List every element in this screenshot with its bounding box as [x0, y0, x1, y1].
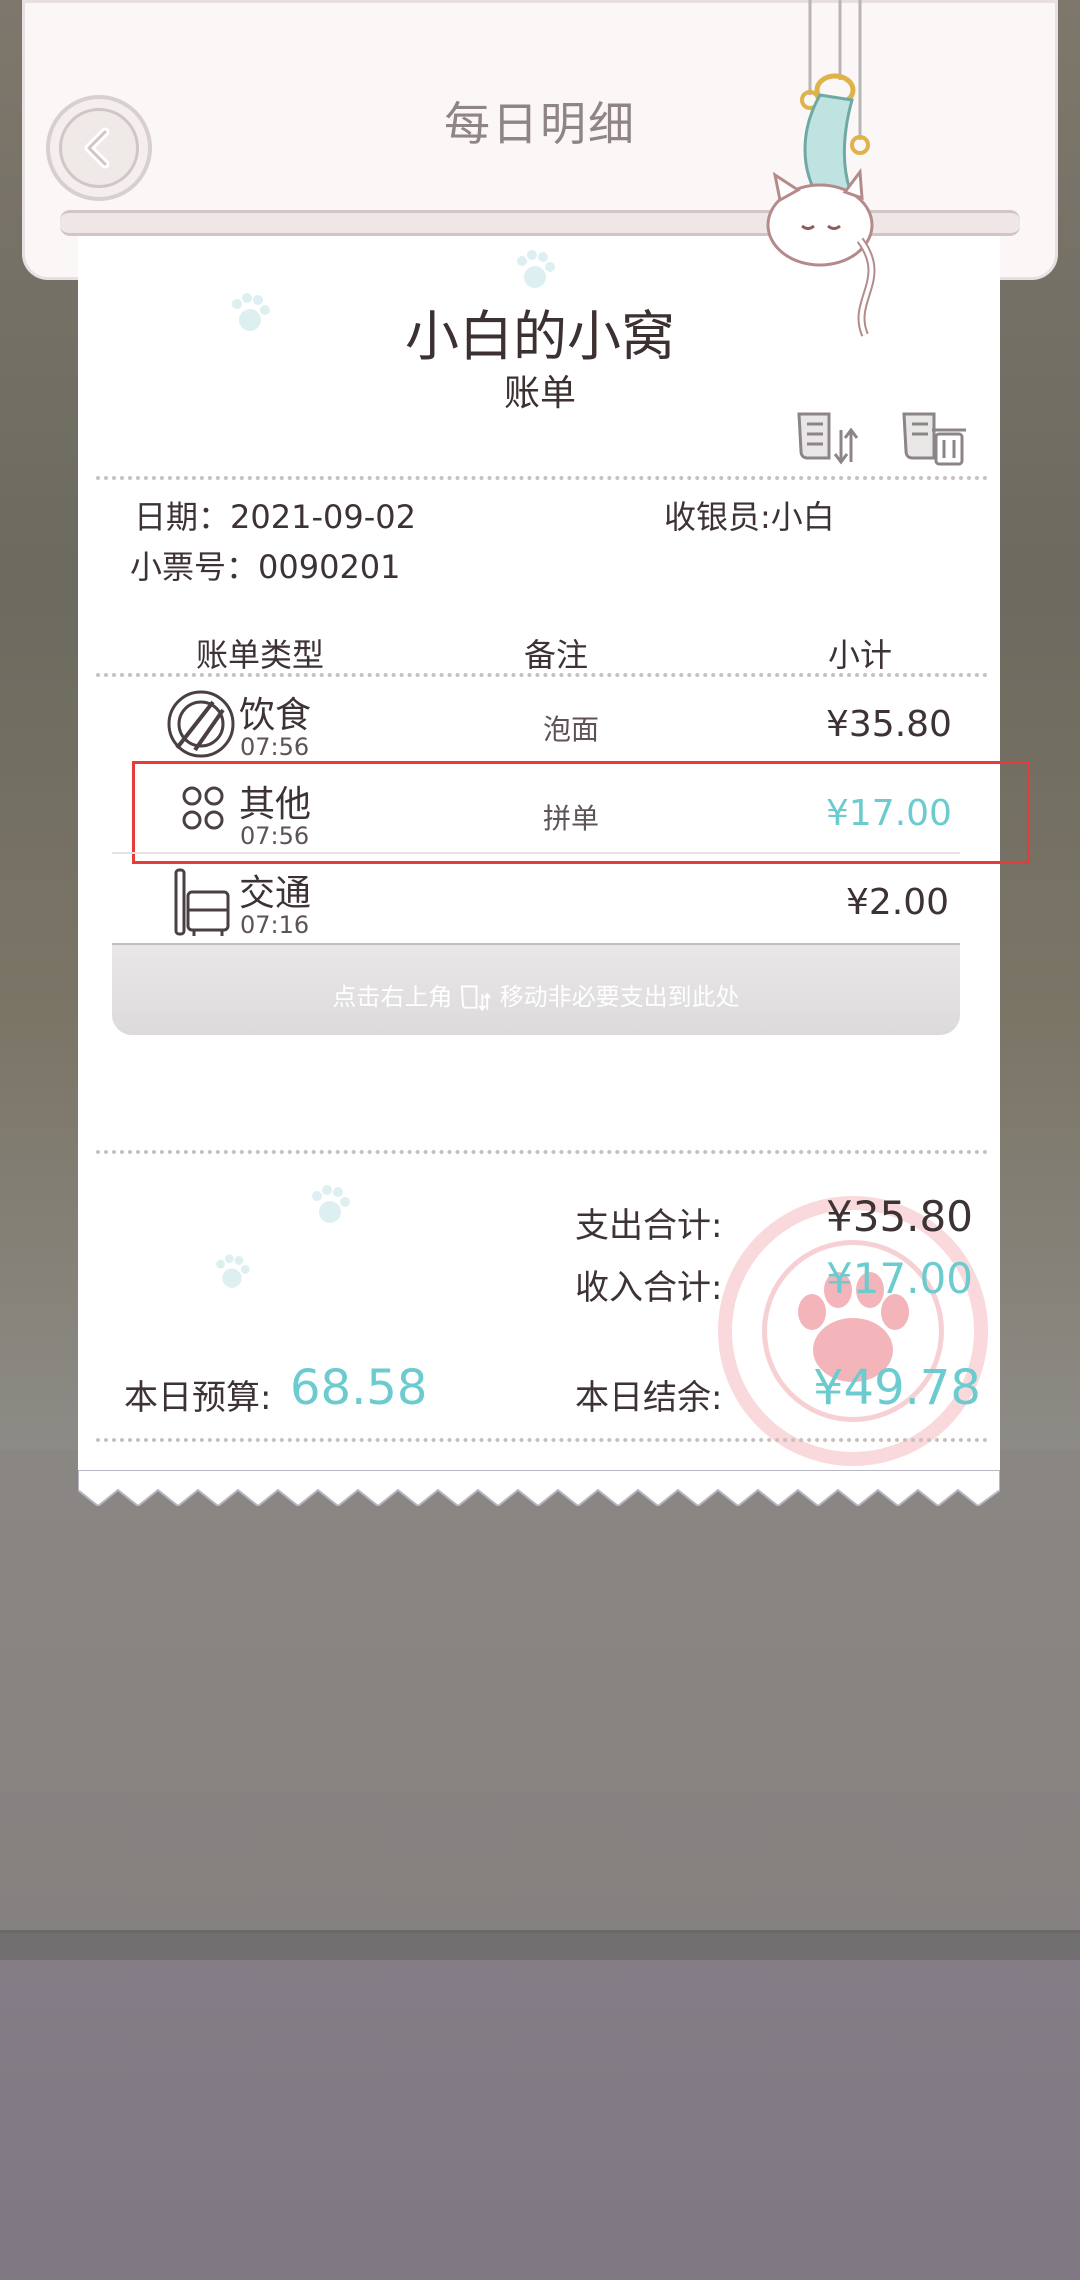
note-label: 泡面 [543, 713, 600, 746]
category-label: 交通 [239, 873, 312, 914]
time-label: 07:56 [240, 822, 310, 850]
expense-total-label: 支出合计: [575, 1206, 723, 1246]
column-header-type: 账单类型 [196, 636, 325, 674]
paw-print-icon [517, 250, 555, 288]
amount-label: ¥17.00 [826, 793, 952, 834]
cat-decoration-icon [766, 0, 876, 337]
move-expense-icon[interactable] [795, 408, 861, 468]
budget-value: 68.58 [290, 1360, 428, 1416]
balance-label: 本日结余: [575, 1378, 723, 1418]
note-label: 拼单 [543, 802, 600, 835]
date-label: 日期：2021-09-02 [134, 498, 416, 536]
budget-label: 本日预算: [124, 1378, 272, 1418]
divider [96, 673, 988, 677]
expense-total-value: ¥35.80 [826, 1192, 973, 1241]
income-total-label: 收入合计: [575, 1268, 723, 1308]
divider [96, 476, 988, 480]
move-expense-icon [460, 985, 491, 1012]
column-header-subtotal: 小计 [828, 636, 893, 674]
divider [96, 1150, 988, 1154]
time-label: 07:56 [240, 733, 310, 761]
income-total-value: ¥17.00 [826, 1254, 973, 1303]
balance-value: ¥49.78 [813, 1360, 981, 1416]
column-header-note: 备注 [524, 636, 589, 674]
page-title: 每日明细 [444, 97, 636, 151]
row-divider [112, 852, 960, 854]
back-button[interactable] [46, 95, 152, 201]
background-floor [0, 1960, 1080, 2280]
food-icon [167, 690, 235, 758]
amount-label: ¥35.80 [826, 704, 952, 745]
cashier-label: 收银员:小白 [664, 498, 835, 536]
background-table [0, 1450, 1080, 1930]
category-label: 其他 [239, 784, 312, 825]
hint-text-before: 点击右上角 [332, 983, 453, 1011]
receipt-torn-edge [78, 1470, 1000, 1506]
store-name: 小白的小窝 [405, 305, 675, 368]
background-shelf [0, 1930, 1080, 1963]
paw-print-icon [216, 1254, 250, 1288]
ticket-number-label: 小票号：0090201 [130, 548, 401, 586]
paw-print-icon [312, 1185, 350, 1223]
hint-text: 点击右上角 移动非必要支出到此处 [112, 977, 960, 1013]
amount-label: ¥2.00 [846, 882, 950, 923]
time-label: 07:16 [240, 911, 310, 939]
other-icon [182, 786, 224, 830]
delete-receipt-icon[interactable] [900, 408, 970, 468]
back-icon [59, 108, 139, 188]
transport-icon [174, 868, 230, 936]
hint-text-after: 移动非必要支出到此处 [499, 983, 740, 1011]
category-label: 饮食 [239, 695, 312, 736]
divider [96, 1438, 988, 1442]
